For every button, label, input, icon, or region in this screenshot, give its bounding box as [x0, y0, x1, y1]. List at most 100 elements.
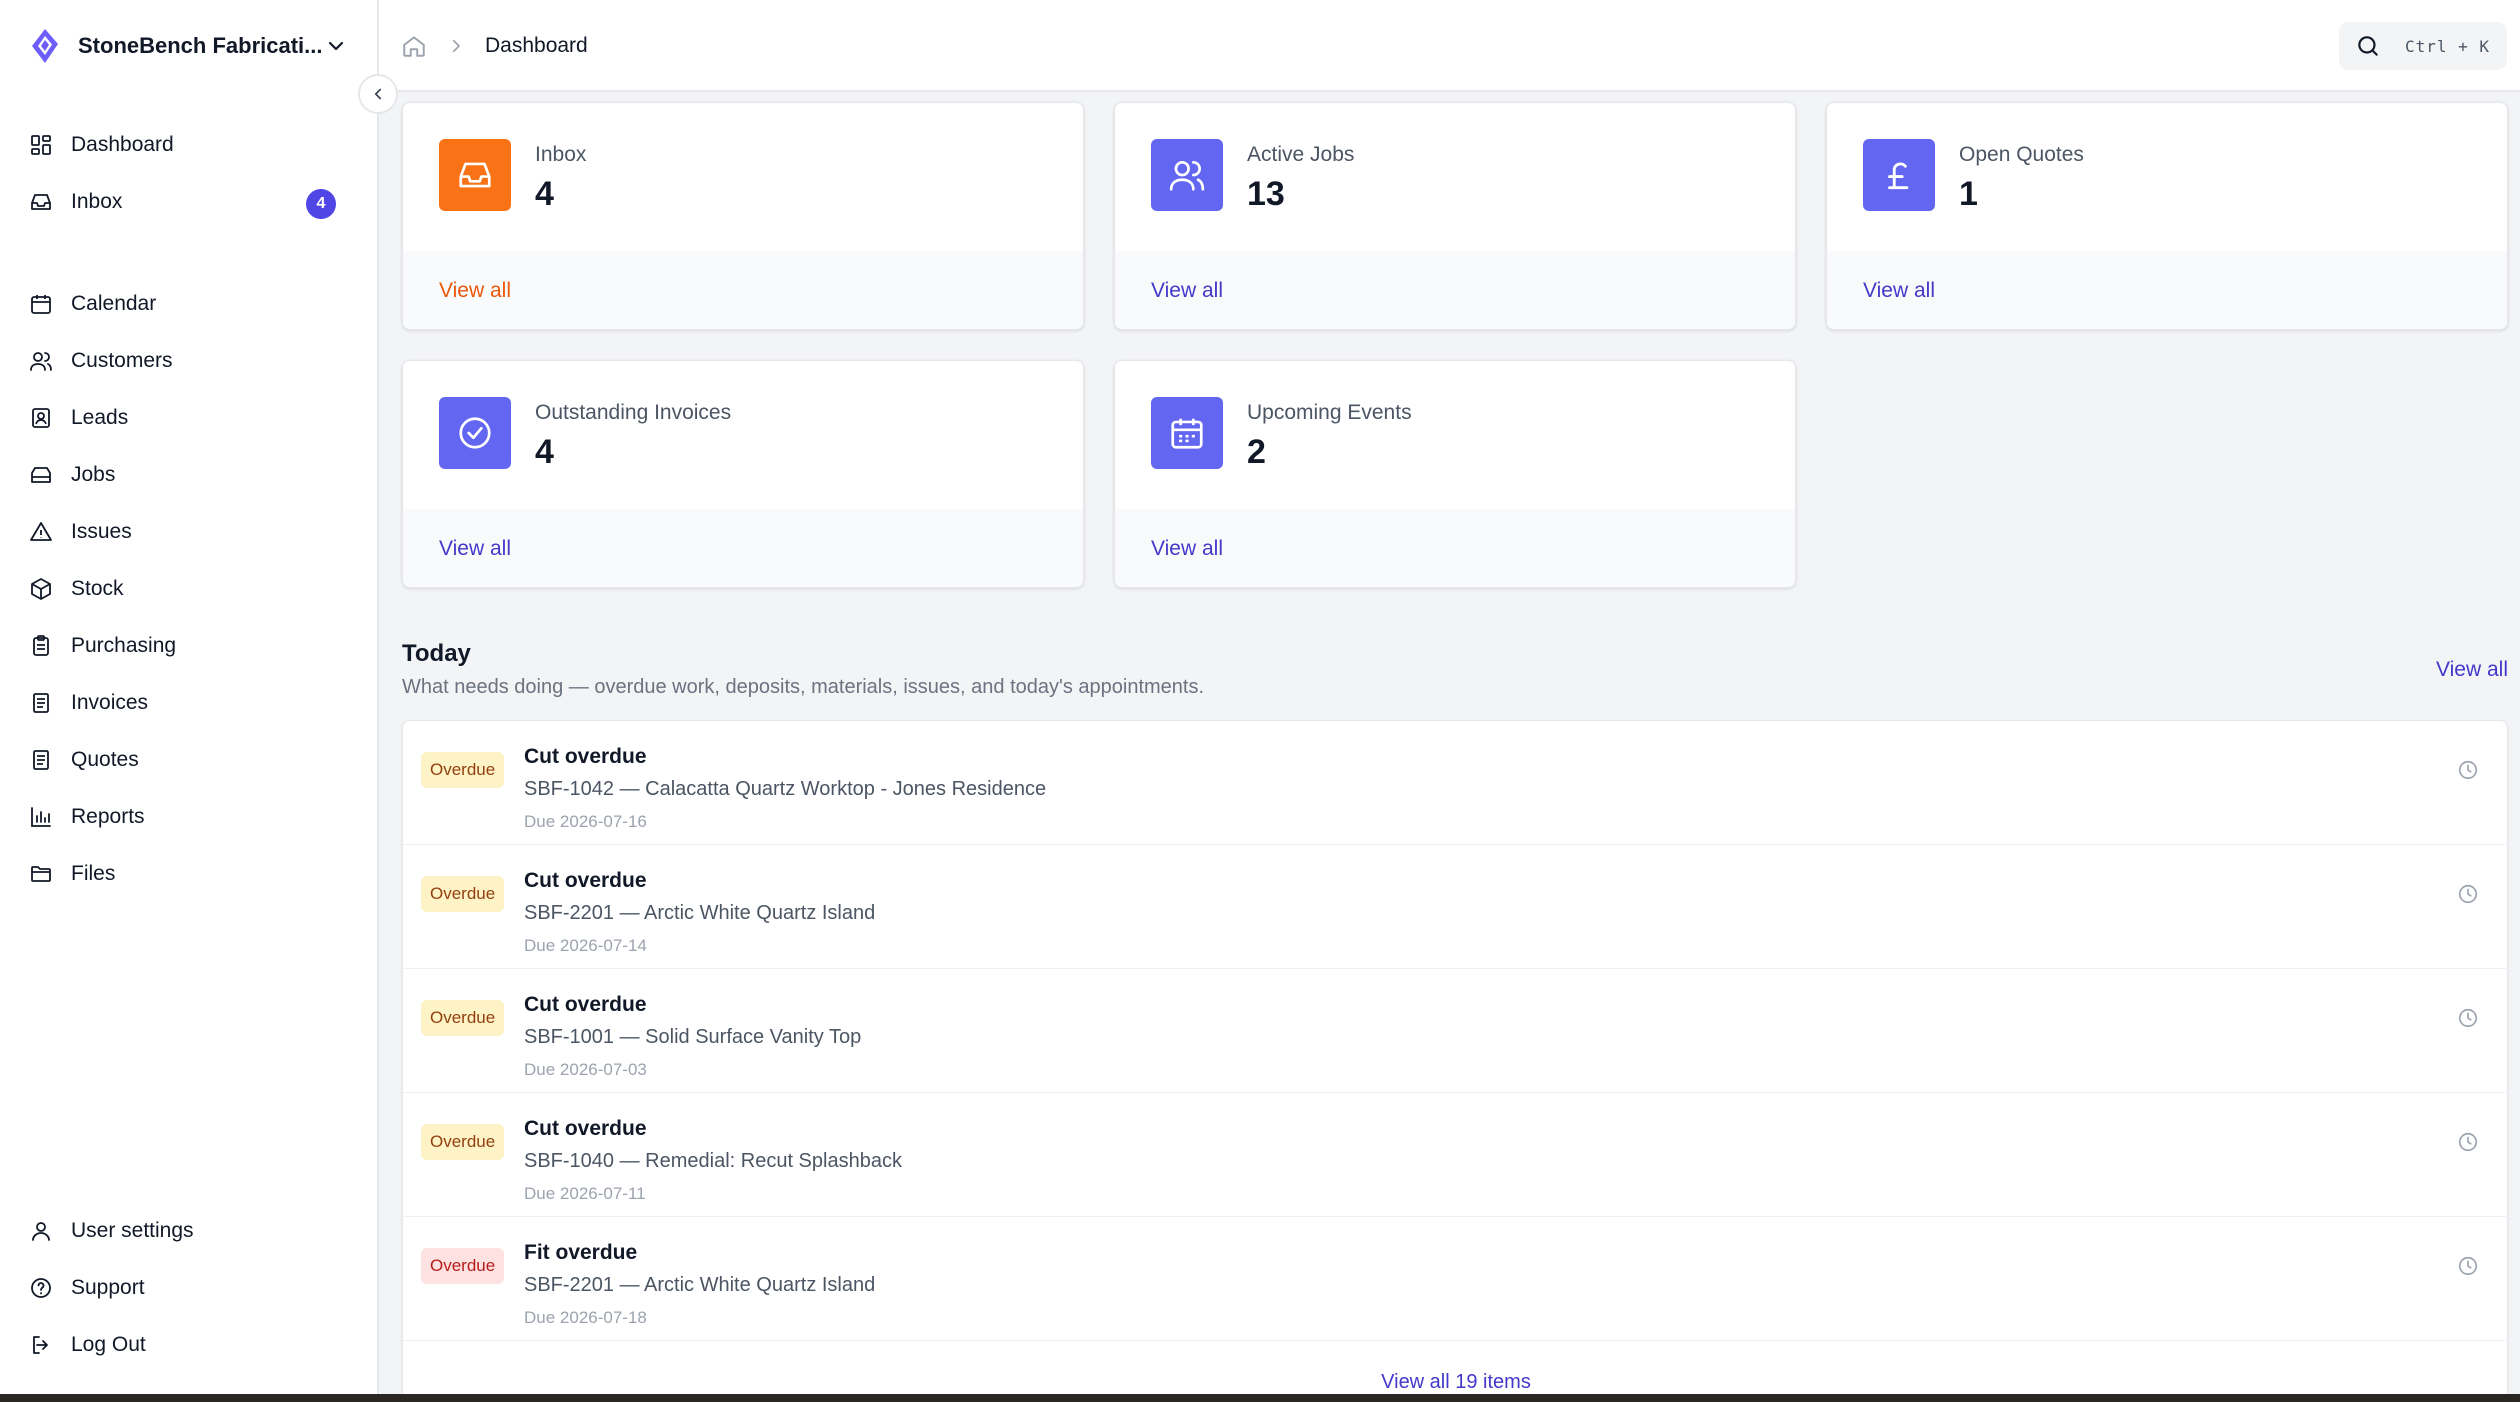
- task-due-date: Due 2026-07-16: [524, 812, 647, 831]
- calendar-icon: [1151, 397, 1223, 469]
- today-view-all-link[interactable]: View all: [2436, 658, 2508, 682]
- search-shortcut: Ctrl + K: [2405, 36, 2491, 56]
- task-due-date: Due 2026-07-14: [524, 936, 647, 955]
- status-badge: Overdue: [421, 1000, 505, 1036]
- sidebar-item-label: Invoices: [71, 690, 149, 714]
- task-due-date: Due 2026-07-11: [524, 1184, 646, 1203]
- sidebar-item-label: Calendar: [71, 291, 157, 315]
- task-description: SBF-1040 — Remedial: Recut Splashback: [524, 1150, 902, 1172]
- sidebar-item-label: Issues: [71, 519, 132, 543]
- sidebar-item-label: Stock: [71, 576, 124, 600]
- sidebar-item-label: Files: [71, 861, 116, 885]
- sidebar-item-purchasing[interactable]: Purchasing: [28, 617, 348, 674]
- status-badge: Overdue: [421, 1248, 505, 1284]
- check-circle-icon: [439, 397, 511, 469]
- sidebar-item-customers[interactable]: Customers: [28, 332, 348, 389]
- task-description: SBF-1042 — Calacatta Quartz Worktop - Jo…: [524, 778, 1047, 800]
- top-bar: Dashboard Ctrl + K: [379, 0, 2520, 92]
- user-icon: [28, 1218, 54, 1244]
- calendar-icon: [28, 291, 54, 317]
- view-all-items-link[interactable]: View all 19 items: [403, 1371, 2509, 1394]
- status-badge: Overdue: [421, 876, 505, 912]
- stat-value: 1: [1959, 175, 1978, 213]
- stat-card-inbox: Inbox 4 View all: [402, 102, 1084, 330]
- breadcrumb-current: Dashboard: [485, 34, 588, 57]
- stat-card-upcoming-events: Upcoming Events 2 View all: [1114, 360, 1796, 588]
- view-all-link[interactable]: View all: [403, 251, 1083, 329]
- collapse-sidebar-button[interactable]: [358, 74, 398, 114]
- org-name: StoneBench Fabricati...: [78, 33, 323, 58]
- task-row[interactable]: Overdue Cut overdue SBF-2201 — Arctic Wh…: [403, 845, 2509, 969]
- logout-icon: [28, 1332, 54, 1358]
- sidebar: StoneBench Fabricati... Dashboard Inbox …: [0, 0, 379, 1394]
- sidebar-item-leads[interactable]: Leads: [28, 389, 348, 446]
- status-badge: Overdue: [421, 752, 505, 788]
- sidebar-item-inbox[interactable]: Inbox 4: [28, 173, 348, 230]
- document-icon: [28, 747, 54, 773]
- view-all-link[interactable]: View all: [1115, 509, 1795, 587]
- clock-icon: [2458, 1008, 2478, 1028]
- org-switcher[interactable]: StoneBench Fabricati...: [28, 26, 348, 66]
- sidebar-item-label: Leads: [71, 405, 129, 429]
- sidebar-item-support[interactable]: Support: [28, 1259, 348, 1316]
- stack-icon: [28, 462, 54, 488]
- task-due-date: Due 2026-07-18: [524, 1308, 647, 1327]
- users-icon: [1151, 139, 1223, 211]
- view-all-link[interactable]: View all: [1827, 251, 2507, 329]
- view-all-link[interactable]: View all: [403, 509, 1083, 587]
- sidebar-item-log-out[interactable]: Log Out: [28, 1316, 348, 1373]
- status-badge: Overdue: [421, 1124, 505, 1160]
- sidebar-item-label: Purchasing: [71, 633, 177, 657]
- sidebar-item-label: User settings: [71, 1218, 194, 1242]
- stat-label: Upcoming Events: [1247, 401, 1412, 424]
- task-row[interactable]: Overdue Cut overdue SBF-1042 — Calacatta…: [403, 721, 2509, 845]
- sidebar-item-user-settings[interactable]: User settings: [28, 1202, 348, 1259]
- sidebar-item-label: Log Out: [71, 1332, 146, 1356]
- clock-icon: [2458, 884, 2478, 904]
- sidebar-item-label: Jobs: [71, 462, 116, 486]
- chevron-left-icon: [374, 88, 382, 100]
- today-subtitle: What needs doing — overdue work, deposit…: [402, 676, 1205, 698]
- document-icon: [28, 690, 54, 716]
- stat-card-active-jobs: Active Jobs 13 View all: [1114, 102, 1796, 330]
- brand-logo-icon: [32, 29, 58, 63]
- stat-label: Active Jobs: [1247, 143, 1355, 166]
- contact-icon: [28, 405, 54, 431]
- task-description: SBF-1001 — Solid Surface Vanity Top: [524, 1026, 862, 1048]
- stat-value: 4: [535, 433, 554, 471]
- task-description: SBF-2201 — Arctic White Quartz Island: [524, 902, 876, 924]
- view-all-link[interactable]: View all: [1115, 251, 1795, 329]
- sidebar-item-jobs[interactable]: Jobs: [28, 446, 348, 503]
- dashboard-icon: [28, 132, 54, 158]
- stat-label: Inbox: [535, 143, 587, 166]
- inbox-count-badge: 4: [306, 189, 336, 219]
- sidebar-item-quotes[interactable]: Quotes: [28, 731, 348, 788]
- clock-icon: [2458, 1132, 2478, 1152]
- task-title: Fit overdue: [524, 1241, 638, 1264]
- home-icon[interactable]: [401, 33, 427, 59]
- task-row[interactable]: Overdue Cut overdue SBF-1040 — Remedial:…: [403, 1093, 2509, 1217]
- task-row[interactable]: Overdue Cut overdue SBF-1001 — Solid Sur…: [403, 969, 2509, 1093]
- sidebar-item-label: Dashboard: [71, 132, 174, 156]
- stat-value: 4: [535, 175, 554, 213]
- sidebar-item-issues[interactable]: Issues: [28, 503, 348, 560]
- stat-label: Open Quotes: [1959, 143, 2084, 166]
- stat-card-outstanding-invoices: Outstanding Invoices 4 View all: [402, 360, 1084, 588]
- sidebar-item-calendar[interactable]: Calendar: [28, 275, 348, 332]
- stat-card-open-quotes: Open Quotes 1 View all: [1826, 102, 2508, 330]
- sidebar-item-dashboard[interactable]: Dashboard: [28, 116, 348, 173]
- sidebar-item-label: Reports: [71, 804, 145, 828]
- search-button[interactable]: Ctrl + K: [2339, 22, 2507, 70]
- task-row[interactable]: Overdue Fit overdue SBF-2201 — Arctic Wh…: [403, 1217, 2509, 1341]
- task-title: Cut overdue: [524, 993, 647, 1016]
- sidebar-item-files[interactable]: Files: [28, 845, 348, 902]
- task-title: Cut overdue: [524, 1117, 647, 1140]
- today-heading: Today: [402, 640, 471, 667]
- task-description: SBF-2201 — Arctic White Quartz Island: [524, 1274, 876, 1296]
- sidebar-item-invoices[interactable]: Invoices: [28, 674, 348, 731]
- pound-icon: [1863, 139, 1935, 211]
- app-window: StoneBench Fabricati... Dashboard Inbox …: [0, 0, 2520, 1394]
- sidebar-item-stock[interactable]: Stock: [28, 560, 348, 617]
- sidebar-item-reports[interactable]: Reports: [28, 788, 348, 845]
- users-icon: [28, 348, 54, 374]
